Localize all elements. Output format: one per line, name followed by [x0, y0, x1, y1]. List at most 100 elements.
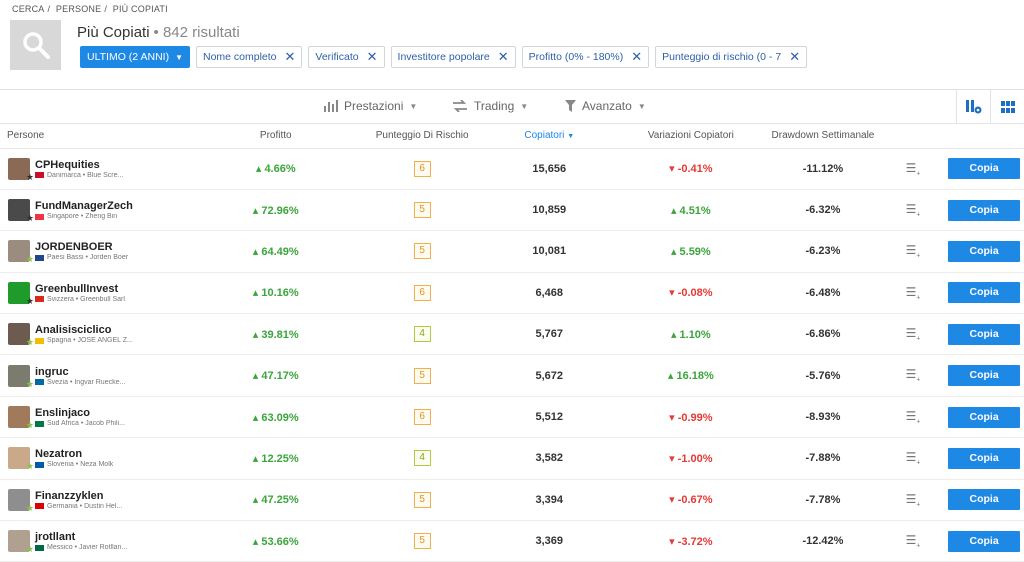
person-subtitle: Messico • Javier Rotllan...: [35, 544, 127, 551]
table-row[interactable]: ★ Analisisciclico Spagna • JOSE ANGEL Z.…: [0, 313, 1024, 356]
add-to-watchlist-icon[interactable]: ☰+: [906, 367, 921, 383]
table-row[interactable]: ★ JORDENBOER Paesi Bassi • Jorden Boer ▴…: [0, 230, 1024, 273]
avatar[interactable]: ★: [8, 406, 34, 430]
table-row[interactable]: ★ FundManagerZech Singapore • Zheng Bin …: [0, 189, 1024, 232]
add-to-watchlist-icon[interactable]: ☰+: [906, 492, 921, 508]
username[interactable]: GreenbullInvest: [35, 283, 125, 296]
copy-button[interactable]: Copia: [948, 323, 1021, 345]
copy-button[interactable]: Copia: [948, 282, 1021, 304]
copy-button[interactable]: Copia: [948, 489, 1021, 511]
table-row[interactable]: ★ Enslinjaco Sud Africa • Jacob Phili...…: [0, 396, 1024, 439]
drawdown-value: -12.42%: [802, 535, 844, 548]
country-flag-icon: [35, 172, 44, 179]
copier-change-value: ▾ -0.99%: [669, 411, 713, 424]
username[interactable]: JORDENBOER: [35, 241, 128, 254]
avatar[interactable]: ★: [8, 323, 34, 347]
add-to-watchlist-icon[interactable]: ☰+: [906, 450, 921, 466]
period-dropdown[interactable]: ULTIMO (2 ANNI) ▼: [80, 46, 190, 68]
trading-dropdown[interactable]: Trading ▼: [452, 99, 528, 113]
copy-button[interactable]: Copia: [948, 240, 1021, 262]
grid-view-button[interactable]: [990, 90, 1024, 123]
avatar[interactable]: ★: [8, 530, 34, 554]
close-icon[interactable]: ✕: [367, 49, 378, 65]
column-header-drawdown[interactable]: Drawdown Settimanale: [764, 124, 882, 149]
close-icon[interactable]: ✕: [631, 49, 642, 65]
username[interactable]: Finanzzyklen: [35, 490, 122, 503]
add-to-watchlist-icon[interactable]: ☰+: [906, 326, 921, 342]
person-cell[interactable]: ★ Enslinjaco Sud Africa • Jacob Phili...: [0, 406, 188, 430]
column-header-profit[interactable]: Profitto: [188, 124, 364, 149]
search-icon-tile: [10, 20, 61, 70]
avatar[interactable]: ★: [8, 488, 34, 513]
profit-value: ▴ 64.49%: [252, 245, 299, 258]
table-header: Persone Profitto Punteggio Di Rischio Co…: [0, 124, 1024, 149]
add-to-watchlist-icon[interactable]: ☰+: [906, 202, 921, 218]
table-settings-button[interactable]: [956, 90, 990, 123]
person-cell[interactable]: ★ CPHequities Danimarca • Blue Scre...: [0, 157, 188, 182]
close-icon[interactable]: ✕: [285, 49, 296, 65]
person-cell[interactable]: ★ ingruc Svezia • Ingvar Ruecke...: [0, 364, 188, 389]
drawdown-value: -8.93%: [805, 411, 841, 424]
person-cell[interactable]: ★ Nezatron Slovenia • Neza Molk: [0, 447, 188, 471]
breadcrumb-search[interactable]: CERCA: [12, 4, 45, 14]
avatar[interactable]: ★: [8, 281, 34, 306]
copy-button[interactable]: Copia: [948, 365, 1021, 387]
person-cell[interactable]: ★ jrotllant Messico • Javier Rotllan...: [0, 530, 188, 554]
add-to-watchlist-icon[interactable]: ☰+: [906, 409, 921, 425]
caret-down-icon: ▼: [520, 101, 529, 111]
advanced-dropdown[interactable]: Avanzato ▼: [565, 99, 646, 113]
username[interactable]: jrotllant: [35, 531, 127, 544]
copy-button[interactable]: Copia: [948, 447, 1021, 469]
add-to-watchlist-icon[interactable]: ☰+: [906, 285, 921, 301]
breadcrumb-people[interactable]: PERSONE: [56, 4, 101, 14]
search-icon: [22, 32, 50, 59]
filter-chip-verified: Verificato ✕: [308, 46, 385, 68]
copiers-value: 3,369: [535, 535, 564, 548]
add-to-watchlist-icon[interactable]: ☰+: [906, 161, 921, 177]
username[interactable]: Nezatron: [35, 448, 113, 461]
table-row[interactable]: ★ GreenbullInvest Svizzera • Greenbull S…: [0, 272, 1024, 315]
copiers-value: 3,582: [535, 452, 564, 465]
grid-icon: [1000, 100, 1015, 113]
avatar[interactable]: ★: [8, 447, 34, 471]
username[interactable]: CPHequities: [35, 159, 123, 172]
username[interactable]: ingruc: [35, 366, 125, 379]
avatar[interactable]: ★: [8, 199, 34, 223]
close-icon[interactable]: ✕: [789, 49, 800, 65]
copiers-value: 10,081: [532, 245, 567, 258]
copiers-value: 15,656: [532, 162, 567, 175]
column-header-copiers[interactable]: Copiatori ▼: [480, 124, 618, 149]
table-row[interactable]: ★ CPHequities Danimarca • Blue Scre... ▴…: [0, 148, 1024, 190]
table-row[interactable]: ★ Finanzzyklen Germania • Dustin Hel... …: [0, 479, 1024, 522]
add-to-watchlist-icon[interactable]: ☰+: [906, 533, 921, 549]
star-icon: ★: [25, 544, 34, 555]
person-cell[interactable]: ★ JORDENBOER Paesi Bassi • Jorden Boer: [0, 240, 188, 264]
close-icon[interactable]: ✕: [498, 49, 509, 65]
person-subtitle: Paesi Bassi • Jorden Boer: [35, 254, 128, 261]
filter-chip-popular-investor: Investitore popolare ✕: [390, 46, 516, 68]
person-cell[interactable]: ★ GreenbullInvest Svizzera • Greenbull S…: [0, 281, 188, 306]
username[interactable]: Enslinjaco: [35, 407, 125, 420]
person-cell[interactable]: ★ FundManagerZech Singapore • Zheng Bin: [0, 199, 188, 223]
stats-dropdown[interactable]: Prestazioni ▼: [324, 99, 417, 113]
column-header-copier-change[interactable]: Variazioni Copiatori: [617, 124, 765, 149]
avatar[interactable]: ★: [8, 364, 34, 389]
username[interactable]: Analisisciclico: [35, 324, 133, 337]
avatar[interactable]: ★: [8, 240, 34, 264]
person-cell[interactable]: ★ Finanzzyklen Germania • Dustin Hel...: [0, 488, 188, 513]
copy-button[interactable]: Copia: [948, 199, 1021, 221]
filter-chip-risk-score: Punteggio di rischio (0 - 7 ✕: [655, 46, 808, 68]
copy-button[interactable]: Copia: [948, 406, 1021, 428]
username[interactable]: FundManagerZech: [35, 200, 133, 213]
person-cell[interactable]: ★ Analisisciclico Spagna • JOSE ANGEL Z.…: [0, 323, 188, 347]
avatar[interactable]: ★: [8, 157, 34, 182]
add-to-watchlist-icon[interactable]: ☰+: [906, 243, 921, 259]
table-row[interactable]: ★ jrotllant Messico • Javier Rotllan... …: [0, 520, 1024, 562]
copy-button[interactable]: Copia: [948, 158, 1021, 180]
risk-score-badge: 4: [413, 450, 431, 467]
table-row[interactable]: ★ ingruc Svezia • Ingvar Ruecke... ▴ 47.…: [0, 354, 1024, 397]
people-table: Persone Profitto Punteggio Di Rischio Co…: [0, 124, 1024, 562]
table-row[interactable]: ★ Nezatron Slovenia • Neza Molk ▴ 12.25%…: [0, 437, 1024, 480]
copy-button[interactable]: Copia: [948, 530, 1021, 552]
column-header-risk[interactable]: Punteggio Di Rischio: [363, 124, 481, 149]
